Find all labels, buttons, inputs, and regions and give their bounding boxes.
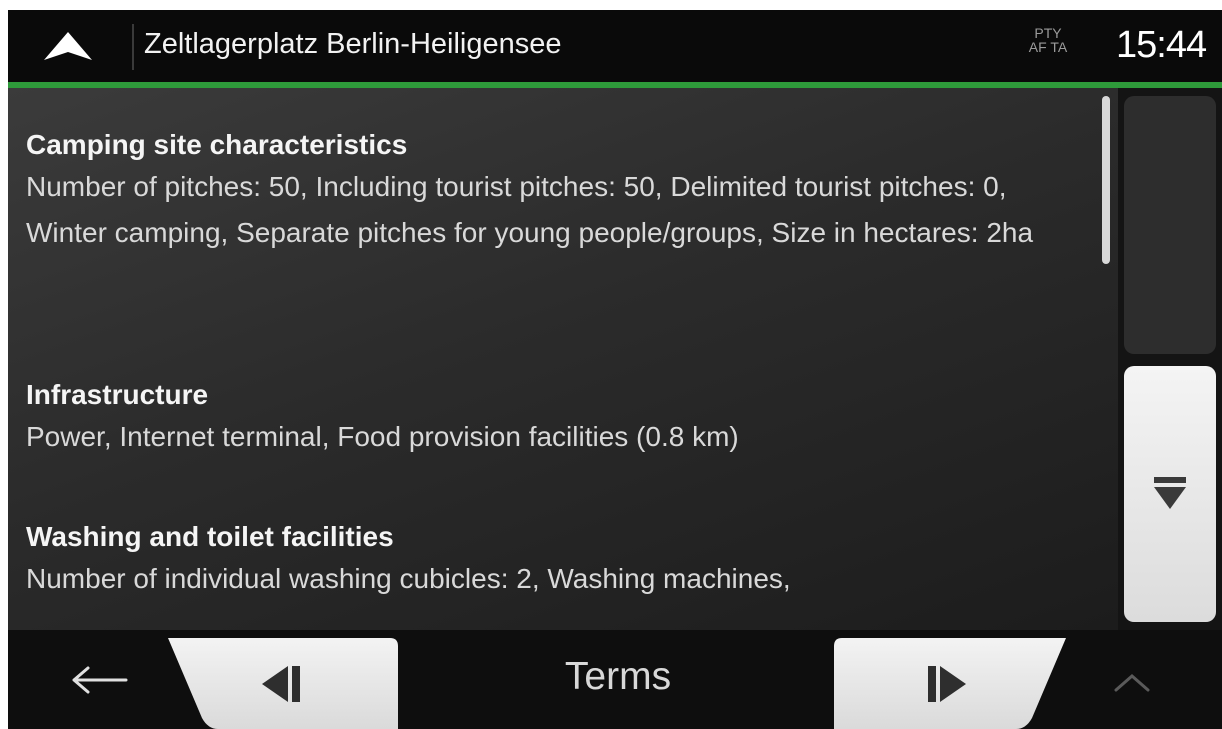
section-title: Camping site characteristics (26, 129, 408, 160)
section-title: Infrastructure (26, 379, 209, 410)
scroll-down-icon (1154, 477, 1186, 509)
radio-flag-pty: PTY (1034, 25, 1062, 41)
section-body: Power, Internet terminal, Food provision… (26, 421, 739, 452)
scroll-up-button[interactable] (1124, 96, 1216, 354)
next-page-button[interactable] (834, 638, 1066, 729)
section-body: Number of individual washing cubicles: 2… (26, 563, 791, 594)
section-body: Number of pitches: 50, Including tourist… (26, 171, 1034, 248)
details-section: Infrastructure Power, Internet terminal,… (26, 378, 1086, 460)
back-button[interactable] (60, 652, 140, 708)
title-bar: Zeltlagerplatz Berlin-Heiligensee PTY AF… (8, 10, 1222, 82)
scroll-down-button[interactable] (1124, 366, 1216, 622)
back-arrow-icon (72, 666, 128, 694)
radio-flag-af-ta: AF TA (1028, 39, 1068, 55)
radio-status-flags: PTY AF TA (1018, 26, 1078, 54)
details-section: Camping site characteristics Number of p… (26, 128, 1086, 256)
navigation-arrow-icon (44, 32, 92, 60)
navigation-arrow-button[interactable] (28, 24, 108, 68)
bottom-bar-label: Terms (564, 655, 672, 698)
navigation-screen: Zeltlagerplatz Berlin-Heiligensee PTY AF… (8, 10, 1222, 729)
details-content[interactable]: Camping site characteristics Number of p… (8, 88, 1118, 632)
page-title: Zeltlagerplatz Berlin-Heiligensee (144, 28, 562, 60)
section-title: Washing and toilet facilities (26, 521, 394, 552)
bottom-bar: Terms (8, 630, 1222, 729)
details-section: Washing and toilet facilities Number of … (26, 520, 1086, 602)
chevron-up-icon (1114, 674, 1150, 692)
previous-page-button[interactable] (168, 638, 398, 729)
collapse-button[interactable] (1102, 658, 1162, 708)
scrollbar-thumb[interactable] (1102, 96, 1110, 264)
clock: 15:44 (1116, 24, 1207, 66)
title-divider (132, 24, 134, 70)
